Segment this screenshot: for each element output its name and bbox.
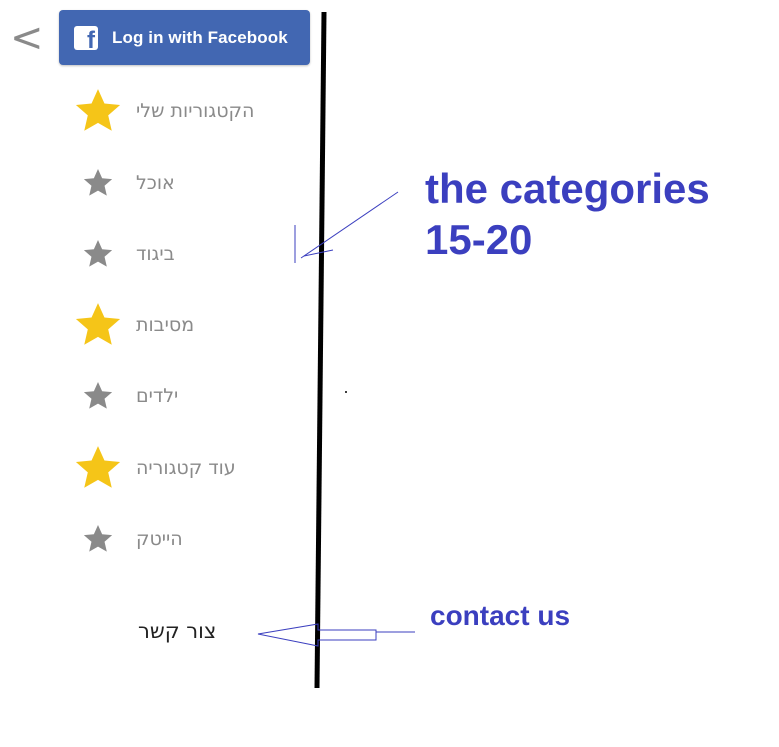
annotation-categories: the categories 15-20	[425, 165, 710, 263]
sketch-annotations	[257, 11, 415, 689]
annotation-contact: contact us	[430, 600, 571, 631]
stray-dot	[345, 391, 347, 393]
category-pointer-line	[300, 191, 399, 259]
divider-line	[314, 11, 327, 689]
